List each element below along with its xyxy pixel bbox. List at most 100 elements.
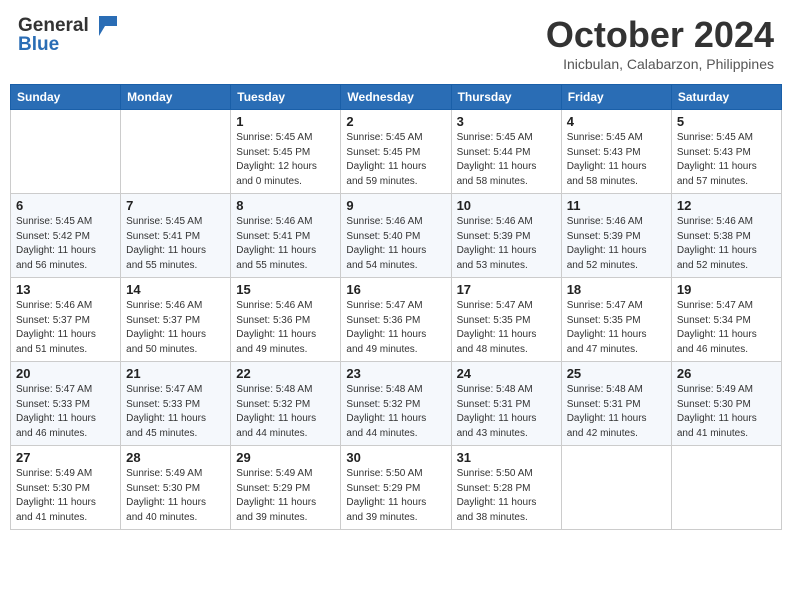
page-header: General Blue October 2024 Inicbulan, Cal… [10, 10, 782, 76]
day-number: 14 [126, 282, 225, 297]
day-info: Sunrise: 5:46 AMSunset: 5:40 PMDaylight:… [346, 215, 445, 273]
day-number: 25 [567, 366, 666, 381]
calendar-cell: 9 Sunrise: 5:46 AMSunset: 5:40 PMDaylight… [341, 194, 451, 278]
day-number: 16 [346, 282, 445, 297]
day-number: 22 [236, 366, 335, 381]
day-info: Sunrise: 5:46 AMSunset: 5:39 PMDaylight:… [567, 215, 666, 273]
calendar-table: SundayMondayTuesdayWednesdayThursdayFrid… [10, 84, 782, 530]
calendar-cell: 24 Sunrise: 5:48 AMSunset: 5:31 PMDayligh… [451, 362, 561, 446]
day-info: Sunrise: 5:48 AMSunset: 5:32 PMDaylight:… [346, 383, 445, 441]
weekday-header-friday: Friday [561, 85, 671, 110]
calendar-cell [561, 446, 671, 530]
day-number: 10 [457, 198, 556, 213]
day-number: 3 [457, 114, 556, 129]
day-number: 12 [677, 198, 776, 213]
calendar-cell: 17 Sunrise: 5:47 AMSunset: 5:35 PMDayligh… [451, 278, 561, 362]
calendar-cell: 30 Sunrise: 5:50 AMSunset: 5:29 PMDayligh… [341, 446, 451, 530]
calendar-cell: 11 Sunrise: 5:46 AMSunset: 5:39 PMDayligh… [561, 194, 671, 278]
calendar-cell: 2 Sunrise: 5:45 AMSunset: 5:45 PMDaylight… [341, 110, 451, 194]
day-info: Sunrise: 5:45 AMSunset: 5:45 PMDaylight:… [346, 131, 445, 189]
calendar-cell: 6 Sunrise: 5:45 AMSunset: 5:42 PMDaylight… [11, 194, 121, 278]
day-info: Sunrise: 5:49 AMSunset: 5:30 PMDaylight:… [126, 467, 225, 525]
day-number: 21 [126, 366, 225, 381]
day-number: 9 [346, 198, 445, 213]
calendar-cell: 5Sunrise: 5:45 AMSunset: 5:43 PMDaylight… [671, 110, 781, 194]
month-title: October 2024 [546, 14, 774, 56]
calendar-cell: 7 Sunrise: 5:45 AMSunset: 5:41 PMDaylight… [121, 194, 231, 278]
day-number: 30 [346, 450, 445, 465]
calendar-cell [11, 110, 121, 194]
calendar-cell: 27 Sunrise: 5:49 AMSunset: 5:30 PMDayligh… [11, 446, 121, 530]
day-info: Sunrise: 5:46 AMSunset: 5:38 PMDaylight:… [677, 215, 776, 273]
day-number: 19 [677, 282, 776, 297]
day-info: Sunrise: 5:48 AMSunset: 5:31 PMDaylight:… [457, 383, 556, 441]
day-number: 2 [346, 114, 445, 129]
week-row-5: 27 Sunrise: 5:49 AMSunset: 5:30 PMDayligh… [11, 446, 782, 530]
calendar-cell: 25 Sunrise: 5:48 AMSunset: 5:31 PMDayligh… [561, 362, 671, 446]
week-row-3: 13Sunrise: 5:46 AMSunset: 5:37 PMDayligh… [11, 278, 782, 362]
weekday-header-tuesday: Tuesday [231, 85, 341, 110]
day-number: 24 [457, 366, 556, 381]
day-info: Sunrise: 5:49 AMSunset: 5:30 PMDaylight:… [16, 467, 115, 525]
day-number: 26 [677, 366, 776, 381]
calendar-cell: 8 Sunrise: 5:46 AMSunset: 5:41 PMDaylight… [231, 194, 341, 278]
day-number: 4 [567, 114, 666, 129]
day-info: Sunrise: 5:45 AMSunset: 5:44 PMDaylight:… [457, 131, 556, 189]
day-info: Sunrise: 5:45 AMSunset: 5:41 PMDaylight:… [126, 215, 225, 273]
day-info: Sunrise: 5:49 AMSunset: 5:29 PMDaylight:… [236, 467, 335, 525]
calendar-cell: 21Sunrise: 5:47 AMSunset: 5:33 PMDayligh… [121, 362, 231, 446]
calendar-cell [671, 446, 781, 530]
calendar-cell: 23 Sunrise: 5:48 AMSunset: 5:32 PMDayligh… [341, 362, 451, 446]
calendar-cell: 15 Sunrise: 5:46 AMSunset: 5:36 PMDayligh… [231, 278, 341, 362]
day-number: 23 [346, 366, 445, 381]
calendar-cell: 4 Sunrise: 5:45 AMSunset: 5:43 PMDaylight… [561, 110, 671, 194]
day-number: 8 [236, 198, 335, 213]
day-info: Sunrise: 5:48 AMSunset: 5:32 PMDaylight:… [236, 383, 335, 441]
day-number: 6 [16, 198, 115, 213]
calendar-cell: 12 Sunrise: 5:46 AMSunset: 5:38 PMDayligh… [671, 194, 781, 278]
location: Inicbulan, Calabarzon, Philippines [546, 56, 774, 72]
week-row-2: 6 Sunrise: 5:45 AMSunset: 5:42 PMDaylight… [11, 194, 782, 278]
day-info: Sunrise: 5:45 AMSunset: 5:43 PMDaylight:… [567, 131, 666, 189]
day-number: 28 [126, 450, 225, 465]
day-number: 17 [457, 282, 556, 297]
day-info: Sunrise: 5:46 AMSunset: 5:37 PMDaylight:… [126, 299, 225, 357]
calendar-cell: 18Sunrise: 5:47 AMSunset: 5:35 PMDayligh… [561, 278, 671, 362]
day-number: 5 [677, 114, 776, 129]
calendar-cell: 19 Sunrise: 5:47 AMSunset: 5:34 PMDayligh… [671, 278, 781, 362]
day-info: Sunrise: 5:46 AMSunset: 5:39 PMDaylight:… [457, 215, 556, 273]
day-number: 15 [236, 282, 335, 297]
weekday-header-thursday: Thursday [451, 85, 561, 110]
day-number: 20 [16, 366, 115, 381]
weekday-header-sunday: Sunday [11, 85, 121, 110]
day-info: Sunrise: 5:50 AMSunset: 5:28 PMDaylight:… [457, 467, 556, 525]
day-number: 27 [16, 450, 115, 465]
day-number: 1 [236, 114, 335, 129]
weekday-header-wednesday: Wednesday [341, 85, 451, 110]
day-info: Sunrise: 5:50 AMSunset: 5:29 PMDaylight:… [346, 467, 445, 525]
day-info: Sunrise: 5:46 AMSunset: 5:37 PMDaylight:… [16, 299, 115, 357]
calendar-cell: 28 Sunrise: 5:49 AMSunset: 5:30 PMDayligh… [121, 446, 231, 530]
day-info: Sunrise: 5:47 AMSunset: 5:35 PMDaylight:… [457, 299, 556, 357]
day-info: Sunrise: 5:45 AMSunset: 5:42 PMDaylight:… [16, 215, 115, 273]
week-row-4: 20 Sunrise: 5:47 AMSunset: 5:33 PMDayligh… [11, 362, 782, 446]
day-info: Sunrise: 5:47 AMSunset: 5:34 PMDaylight:… [677, 299, 776, 357]
calendar-cell: 31Sunrise: 5:50 AMSunset: 5:28 PMDayligh… [451, 446, 561, 530]
weekday-header-saturday: Saturday [671, 85, 781, 110]
logo: General Blue [18, 14, 117, 56]
day-info: Sunrise: 5:49 AMSunset: 5:30 PMDaylight:… [677, 383, 776, 441]
calendar-cell: 1Sunrise: 5:45 AMSunset: 5:45 PMDaylight… [231, 110, 341, 194]
day-info: Sunrise: 5:46 AMSunset: 5:41 PMDaylight:… [236, 215, 335, 273]
calendar-cell: 13Sunrise: 5:46 AMSunset: 5:37 PMDayligh… [11, 278, 121, 362]
day-info: Sunrise: 5:48 AMSunset: 5:31 PMDaylight:… [567, 383, 666, 441]
logo-icon [91, 14, 117, 36]
day-info: Sunrise: 5:47 AMSunset: 5:33 PMDaylight:… [16, 383, 115, 441]
calendar-cell: 29Sunrise: 5:49 AMSunset: 5:29 PMDayligh… [231, 446, 341, 530]
calendar-cell: 10 Sunrise: 5:46 AMSunset: 5:39 PMDayligh… [451, 194, 561, 278]
day-info: Sunrise: 5:47 AMSunset: 5:36 PMDaylight:… [346, 299, 445, 357]
day-number: 11 [567, 198, 666, 213]
calendar-cell [121, 110, 231, 194]
day-number: 7 [126, 198, 225, 213]
day-info: Sunrise: 5:46 AMSunset: 5:36 PMDaylight:… [236, 299, 335, 357]
calendar-cell: 20 Sunrise: 5:47 AMSunset: 5:33 PMDayligh… [11, 362, 121, 446]
